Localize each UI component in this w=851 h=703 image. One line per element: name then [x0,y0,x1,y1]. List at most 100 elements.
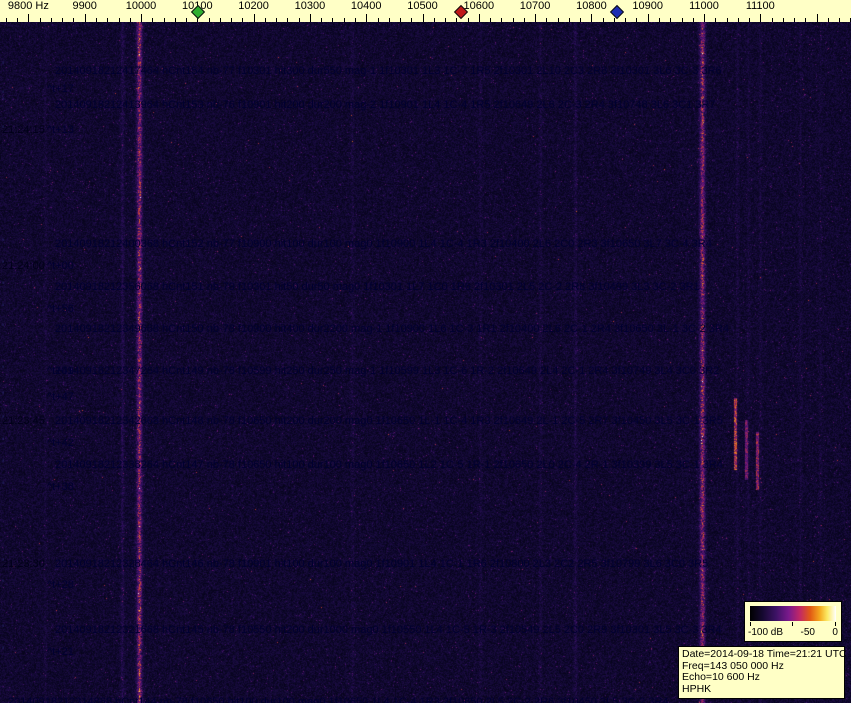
freq-tick [209,18,210,22]
freq-tick [479,14,480,22]
freq-tick [749,18,750,22]
freq-tick [670,18,671,22]
freq-tick [715,18,716,22]
freq-tick [772,18,773,22]
freq-tick [760,14,761,22]
freq-tick [141,14,142,22]
legend-tick-max [835,622,836,626]
freq-axis-label: 10500 [407,0,438,13]
freq-tick [490,18,491,22]
freq-tick [17,18,18,22]
freq-tick [366,14,367,22]
freq-tick [344,18,345,22]
freq-axis-label: 10400 [351,0,382,13]
freq-tick [603,18,604,22]
freq-tick [501,18,502,22]
freq-tick [456,18,457,22]
freq-tick [6,18,7,22]
freq-tick [636,18,637,22]
info-station-id: HPHK [682,684,841,696]
freq-tick [524,18,525,22]
freq-tick [220,18,221,22]
freq-tick [805,18,806,22]
freq-tick [727,18,728,22]
freq-tick [783,18,784,22]
freq-axis-label: 9800 Hz [8,0,49,13]
freq-tick [648,14,649,22]
freq-tick [242,18,243,22]
freq-tick [682,18,683,22]
freq-tick [434,18,435,22]
freq-tick [119,18,120,22]
spectrogram-canvas [0,22,851,703]
freq-tick [96,18,97,22]
freq-tick [355,18,356,22]
info-date-time: Date=2014-09-18 Time=21:21 UTC [682,649,841,661]
freq-axis-label: 10000 [126,0,157,13]
freq-tick [817,14,818,22]
freq-tick [591,14,592,22]
freq-tick [659,18,660,22]
freq-tick [276,18,277,22]
freq-tick [40,18,41,22]
freq-tick [164,18,165,22]
freq-tick [569,18,570,22]
freq-axis-label: 10300 [295,0,326,13]
freq-axis-label: 9900 [72,0,96,13]
freq-tick [231,18,232,22]
freq-tick [625,18,626,22]
freq-tick [828,18,829,22]
freq-tick [299,18,300,22]
freq-marker-blue[interactable] [610,5,624,19]
freq-tick [389,18,390,22]
freq-tick [62,18,63,22]
freq-tick [152,18,153,22]
freq-tick [558,18,559,22]
freq-tick [693,18,694,22]
legend-label-mid: -50 [801,627,815,638]
freq-tick [400,18,401,22]
freq-tick [411,18,412,22]
freq-tick [332,18,333,22]
legend-tick-min [750,622,751,626]
freq-tick [445,18,446,22]
freq-tick [839,18,840,22]
freq-tick [130,18,131,22]
freq-axis-label: 10900 [632,0,663,13]
freq-tick [423,14,424,22]
freq-tick [310,14,311,22]
freq-tick [704,14,705,22]
freq-axis-label: 10700 [520,0,551,13]
spectrogram-window: 9800 Hz990010000101001020010300104001050… [0,0,851,703]
freq-tick [287,18,288,22]
freq-tick [265,18,266,22]
freq-axis-label: 11100 [746,0,775,13]
color-scale-gradient [750,606,836,621]
freq-axis-label: 10800 [576,0,607,13]
freq-tick [321,18,322,22]
freq-tick [254,14,255,22]
legend-tick-mid [792,622,793,626]
color-scale-legend: -100 dB -50 0 [744,601,842,642]
freq-axis-label: 11000 [689,0,719,13]
legend-labels: -100 dB -50 0 [745,627,841,638]
info-echo-frequency: Echo=10 600 Hz [682,672,841,684]
freq-tick [73,18,74,22]
freq-tick [614,18,615,22]
freq-tick [175,18,176,22]
legend-label-max: 0 [832,627,838,638]
freq-tick [85,14,86,22]
freq-tick [738,18,739,22]
freq-tick [28,14,29,22]
freq-tick [468,18,469,22]
freq-axis-label: 10200 [238,0,269,13]
freq-tick [535,14,536,22]
legend-label-min: -100 dB [748,627,783,638]
freq-tick [51,18,52,22]
frequency-ruler[interactable]: 9800 Hz990010000101001020010300104001050… [0,0,851,22]
freq-tick [186,18,187,22]
freq-tick [794,18,795,22]
freq-tick [378,18,379,22]
freq-tick [580,18,581,22]
freq-tick [107,18,108,22]
